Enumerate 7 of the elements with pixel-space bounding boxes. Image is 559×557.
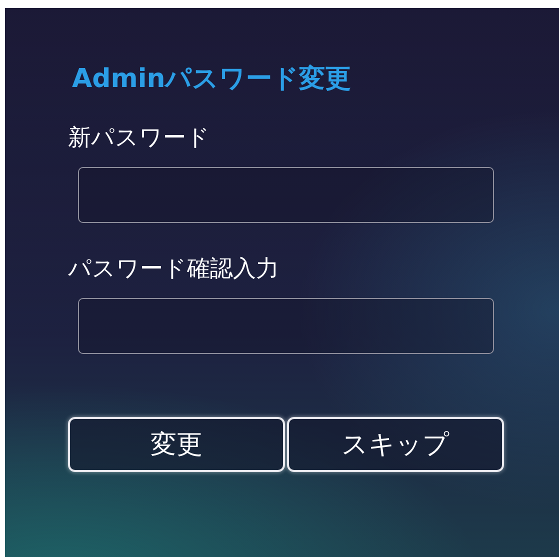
field-label: 新パスワード: [68, 124, 211, 153]
field-label: パスワード確認入力: [68, 255, 280, 284]
password-field[interactable]: [78, 167, 494, 223]
password-field[interactable]: [78, 298, 494, 354]
dialog-button[interactable]: 変更: [68, 417, 285, 472]
dialog-title: Adminパスワード変更: [72, 63, 352, 96]
dialog-button[interactable]: スキップ: [287, 417, 504, 472]
